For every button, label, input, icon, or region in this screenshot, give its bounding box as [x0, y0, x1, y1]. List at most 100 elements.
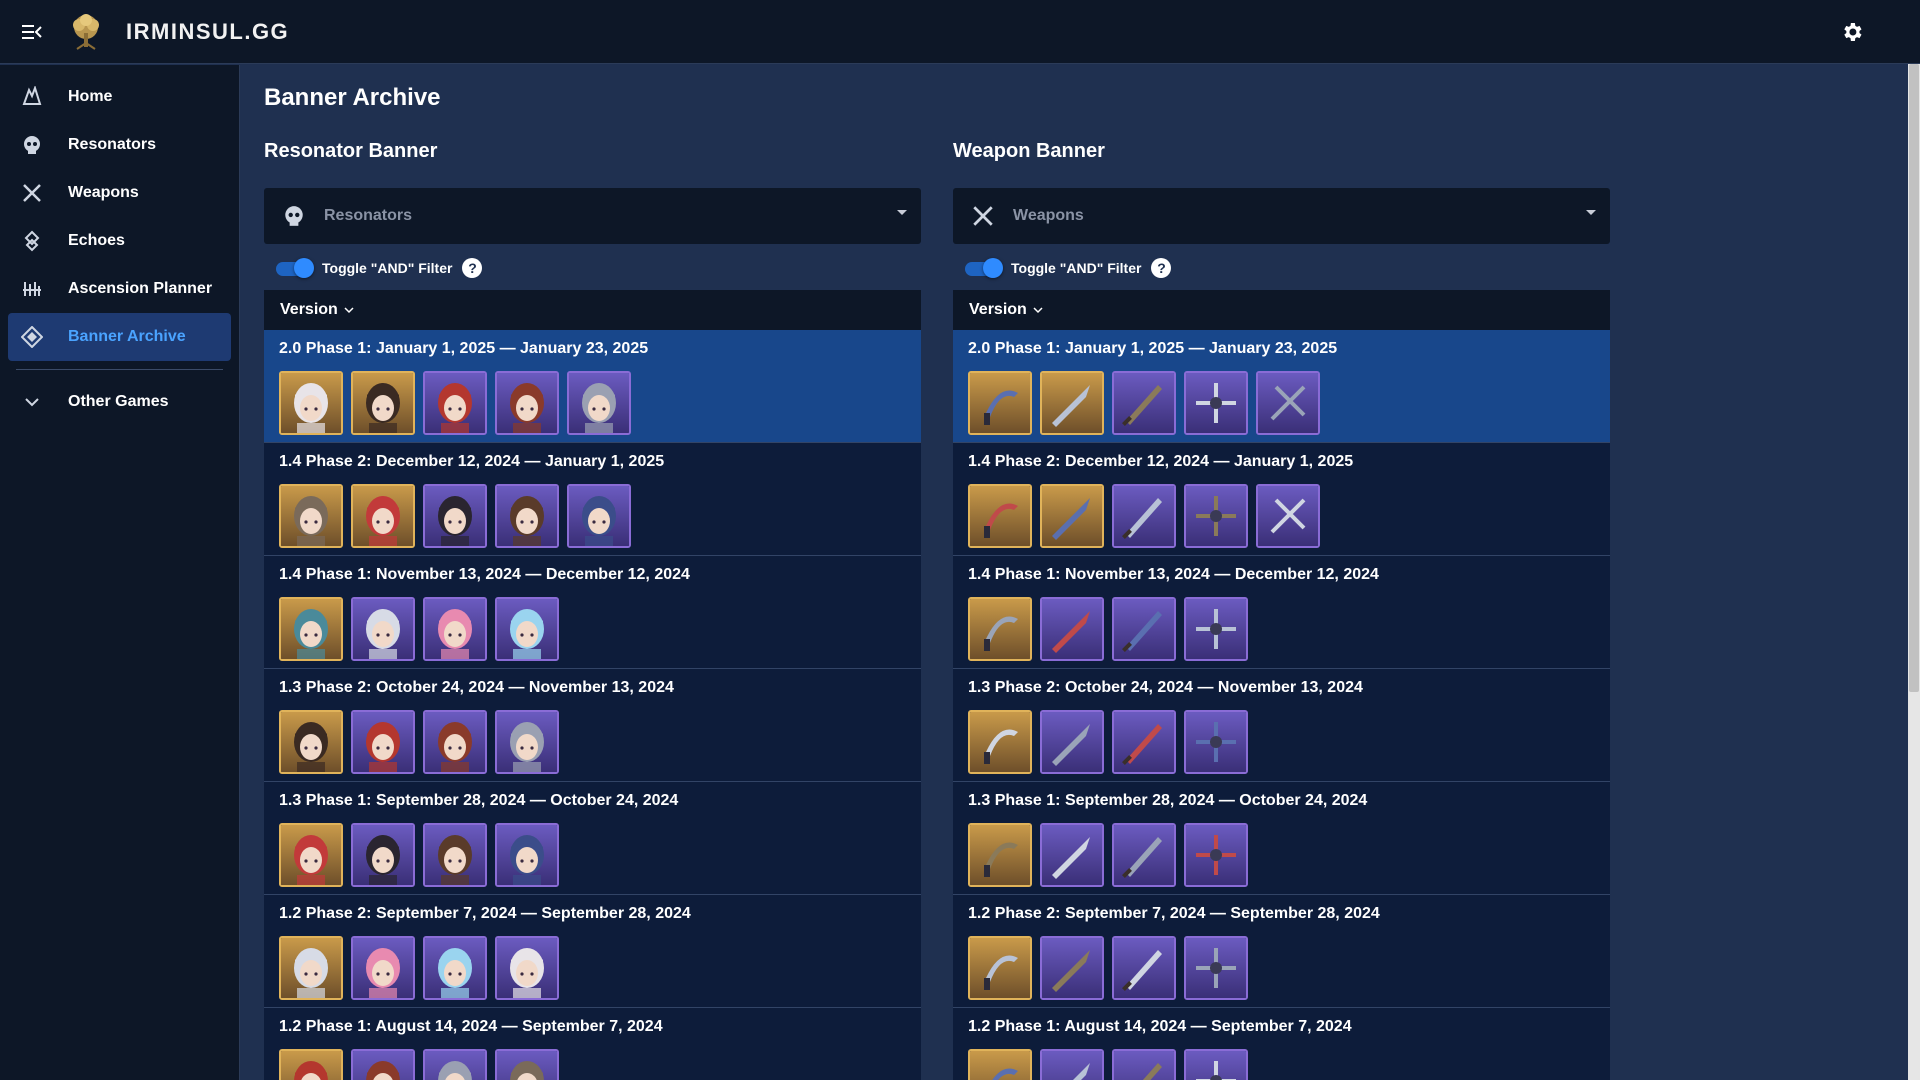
resonator-portrait[interactable]: [351, 936, 415, 1000]
resonator-portrait[interactable]: [423, 710, 487, 774]
banner-row[interactable]: 1.2 Phase 2: September 7, 2024 — Septemb…: [953, 895, 1610, 1008]
weapon-icon[interactable]: [1112, 597, 1176, 661]
weapon-icon[interactable]: [968, 597, 1032, 661]
resonator-portrait[interactable]: [495, 936, 559, 1000]
weapon-icon[interactable]: [1040, 484, 1104, 548]
resonator-portrait[interactable]: [423, 1049, 487, 1080]
sidebar-item-banner-archive[interactable]: Banner Archive: [8, 313, 231, 361]
weapon-icon[interactable]: [1040, 371, 1104, 435]
resonator-portrait[interactable]: [351, 484, 415, 548]
weapon-icon[interactable]: [1112, 371, 1176, 435]
weapon-icon[interactable]: [968, 823, 1032, 887]
sidebar-item-resonators[interactable]: Resonators: [8, 121, 231, 169]
chevron-down-icon[interactable]: [344, 306, 354, 314]
caret-down-icon[interactable]: [1586, 210, 1596, 215]
weapon-icon[interactable]: [968, 710, 1032, 774]
resonator-portrait[interactable]: [495, 597, 559, 661]
resonator-portrait[interactable]: [567, 484, 631, 548]
weapon-icon[interactable]: [968, 484, 1032, 548]
help-icon[interactable]: ?: [462, 258, 483, 278]
resonator-portrait[interactable]: [279, 710, 343, 774]
and-filter-toggle[interactable]: [276, 258, 314, 278]
weapon-icon[interactable]: [1112, 710, 1176, 774]
weapon-icon[interactable]: [1040, 1049, 1104, 1080]
scrollbar-thumb[interactable]: [1909, 64, 1919, 692]
resonator-portrait[interactable]: [351, 1049, 415, 1080]
resonator-portrait[interactable]: [423, 484, 487, 548]
weapon-icon[interactable]: [1184, 371, 1248, 435]
gear-icon[interactable]: [1840, 20, 1864, 44]
menu-collapse-icon[interactable]: [0, 0, 64, 64]
sidebar-item-echoes[interactable]: Echoes: [8, 217, 231, 265]
weapon-icon[interactable]: [1256, 371, 1320, 435]
resonator-portrait[interactable]: [279, 823, 343, 887]
resonator-portrait[interactable]: [423, 936, 487, 1000]
banner-row-title: 1.4 Phase 1: November 13, 2024 — Decembe…: [279, 566, 690, 583]
page-scrollbar[interactable]: [1908, 64, 1920, 1080]
and-filter-toggle[interactable]: [965, 258, 1003, 278]
weapon-icon[interactable]: [1112, 1049, 1176, 1080]
tree-logo-icon[interactable]: [64, 10, 108, 54]
version-sort-header[interactable]: Version: [280, 301, 338, 319]
banner-row[interactable]: 1.4 Phase 2: December 12, 2024 — January…: [953, 443, 1610, 556]
resonator-portrait[interactable]: [351, 597, 415, 661]
resonator-portrait[interactable]: [279, 484, 343, 548]
banner-row[interactable]: 1.4 Phase 1: November 13, 2024 — Decembe…: [264, 556, 921, 669]
banner-row[interactable]: 1.2 Phase 2: September 7, 2024 — Septemb…: [264, 895, 921, 1008]
resonator-portrait[interactable]: [567, 371, 631, 435]
sidebar-item-other-games[interactable]: Other Games: [8, 378, 231, 426]
weapon-icon[interactable]: [1184, 484, 1248, 548]
banner-row[interactable]: 1.3 Phase 2: October 24, 2024 — November…: [953, 669, 1610, 782]
banner-row[interactable]: 2.0 Phase 1: January 1, 2025 — January 2…: [264, 330, 921, 443]
weapon-icon[interactable]: [1040, 597, 1104, 661]
resonator-portrait[interactable]: [351, 710, 415, 774]
resonator-portrait[interactable]: [495, 1049, 559, 1080]
weapon-icon[interactable]: [1112, 823, 1176, 887]
weapon-icon[interactable]: [1184, 1049, 1248, 1080]
resonator-portrait[interactable]: [279, 936, 343, 1000]
weapon-icon[interactable]: [968, 1049, 1032, 1080]
weapon-icon[interactable]: [1112, 936, 1176, 1000]
resonator-portrait[interactable]: [279, 597, 343, 661]
resonator-select[interactable]: Resonators: [264, 188, 921, 244]
resonator-portrait[interactable]: [423, 823, 487, 887]
banner-row[interactable]: 1.4 Phase 2: December 12, 2024 — January…: [264, 443, 921, 556]
weapon-select[interactable]: Weapons: [953, 188, 1610, 244]
help-icon[interactable]: ?: [1151, 258, 1172, 278]
caret-down-icon[interactable]: [897, 210, 907, 215]
weapon-icon[interactable]: [1040, 823, 1104, 887]
chevron-down-icon[interactable]: [1033, 306, 1043, 314]
weapon-icon[interactable]: [968, 936, 1032, 1000]
banner-row[interactable]: 1.3 Phase 1: September 28, 2024 — Octobe…: [953, 782, 1610, 895]
resonator-portrait[interactable]: [279, 371, 343, 435]
weapon-icon[interactable]: [1040, 710, 1104, 774]
banner-row[interactable]: 1.2 Phase 1: August 14, 2024 — September…: [264, 1008, 921, 1080]
sidebar-item-home[interactable]: Home: [8, 73, 231, 121]
banner-row[interactable]: 2.0 Phase 1: January 1, 2025 — January 2…: [953, 330, 1610, 443]
resonator-portrait[interactable]: [279, 1049, 343, 1080]
banner-row[interactable]: 1.2 Phase 1: August 14, 2024 — September…: [953, 1008, 1610, 1080]
weapon-icon[interactable]: [1184, 710, 1248, 774]
weapon-icon[interactable]: [1112, 484, 1176, 548]
resonator-portrait[interactable]: [351, 371, 415, 435]
weapon-icon[interactable]: [1184, 936, 1248, 1000]
resonator-portrait[interactable]: [495, 710, 559, 774]
banner-row[interactable]: 1.4 Phase 1: November 13, 2024 — Decembe…: [953, 556, 1610, 669]
resonator-portrait[interactable]: [423, 371, 487, 435]
banner-row[interactable]: 1.3 Phase 2: October 24, 2024 — November…: [264, 669, 921, 782]
resonator-portrait[interactable]: [351, 823, 415, 887]
sidebar-item-ascension-planner[interactable]: Ascension Planner: [8, 265, 231, 313]
banner-row[interactable]: 1.3 Phase 1: September 28, 2024 — Octobe…: [264, 782, 921, 895]
resonator-portrait[interactable]: [423, 597, 487, 661]
weapon-icon[interactable]: [1256, 484, 1320, 548]
weapon-icon[interactable]: [1184, 823, 1248, 887]
resonator-portrait[interactable]: [495, 371, 559, 435]
weapon-icon[interactable]: [1040, 936, 1104, 1000]
version-sort-header[interactable]: Version: [969, 301, 1027, 319]
resonator-portrait[interactable]: [495, 484, 559, 548]
resonator-portrait[interactable]: [495, 823, 559, 887]
brand-name[interactable]: IRMINSUL.GG: [126, 19, 289, 45]
weapon-icon[interactable]: [968, 371, 1032, 435]
sidebar-item-weapons[interactable]: Weapons: [8, 169, 231, 217]
weapon-icon[interactable]: [1184, 597, 1248, 661]
